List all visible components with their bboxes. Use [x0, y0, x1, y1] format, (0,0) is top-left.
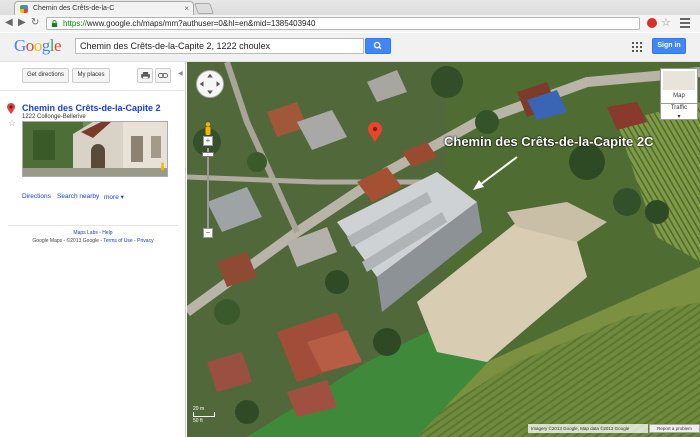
search-input[interactable]: Chemin des Crêts-de-la-Capite 2, 1222 ch… [75, 38, 364, 54]
divider [0, 90, 186, 91]
blocked-icon[interactable] [647, 18, 657, 28]
get-directions-button[interactable]: Get directions [22, 68, 69, 83]
map-marker-icon [7, 103, 15, 114]
menu-icon[interactable] [680, 18, 690, 28]
scale-bar-line [193, 412, 215, 417]
tab-title: Chemin des Crêts-de-la-C [33, 5, 115, 12]
pan-control[interactable] [196, 70, 224, 98]
panel-footer: Google Maps - ©2013 Google - Terms of Us… [0, 238, 186, 244]
satellite-imagery [187, 62, 700, 437]
chevron-down-icon: ▾ [677, 114, 681, 120]
zoom-out-button[interactable]: − [203, 228, 213, 238]
map-type-button[interactable]: Map [660, 68, 698, 104]
google-favicon-icon [20, 5, 28, 13]
divider [8, 225, 178, 226]
new-tab-button[interactable] [193, 3, 215, 14]
apps-grid-icon[interactable] [632, 42, 642, 52]
browser-chrome: Chemin des Crêts-de-la-C × ◀ ▶ ↻ https:/… [0, 0, 700, 32]
scale-bar: 20 m 50 ft [193, 406, 223, 424]
street-view-thumbnail[interactable] [22, 121, 168, 177]
footer-copyright: Google Maps - ©2013 Google - [32, 238, 104, 244]
street-view-photo [23, 122, 167, 176]
logo-letter: e [54, 36, 62, 55]
url-bar[interactable]: https://www.google.ch/maps/mm?authuser=0… [46, 17, 640, 30]
scale-imperial: 50 ft [193, 418, 203, 424]
left-panel: Get directions My places ◀ Chemin des Cr… [0, 62, 186, 437]
privacy-link[interactable]: Privacy [137, 238, 153, 244]
zoom-slider-handle[interactable] [202, 152, 214, 157]
imagery-copyright: Imagery ©2013 Google, Map data ©2013 Goo… [528, 424, 648, 433]
report-problem-link[interactable]: Report a problem [649, 424, 700, 433]
place-address: 1222 Collonge-Bellerive [22, 114, 86, 120]
reload-icon[interactable]: ↻ [31, 17, 39, 29]
address-annotation: Chemin des Crêts-de-la-Capite 2C [444, 134, 654, 149]
maps-labs-help-link[interactable]: Maps Labs - Help [0, 230, 186, 236]
map-type-label: Map [673, 93, 685, 99]
zoom-slider-track[interactable] [207, 148, 209, 228]
pan-arrows-icon [199, 73, 221, 95]
tab-close-icon[interactable]: × [184, 4, 189, 13]
search-icon [373, 41, 382, 50]
print-icon [140, 72, 150, 80]
address-toolbar: ◀ ▶ ↻ https://www.google.ch/maps/mm?auth… [0, 15, 700, 32]
link-icon [158, 73, 168, 78]
search-nearby-link[interactable]: Search nearby [57, 193, 99, 200]
lock-icon [51, 20, 58, 27]
pegman-icon[interactable] [204, 122, 212, 136]
bookmark-star-icon[interactable]: ☆ [661, 16, 671, 29]
google-header: Google Chemin des Crêts-de-la-Capite 2, … [0, 33, 700, 62]
url-text: www.google.ch/maps/mm?authuser=0&hl=en&m… [87, 19, 316, 28]
zoom-in-button[interactable]: + [203, 136, 213, 146]
sign-in-button[interactable]: Sign in [652, 38, 686, 54]
place-title[interactable]: Chemin des Crêts-de-la-Capite 2 [22, 103, 161, 113]
more-link[interactable]: more ▾ [104, 193, 124, 201]
google-logo[interactable]: Google [14, 36, 62, 56]
logo-letter: g [41, 36, 51, 55]
logo-letter: o [25, 36, 35, 55]
forward-icon[interactable]: ▶ [18, 17, 26, 29]
my-places-button[interactable]: My places [72, 68, 110, 83]
traffic-button[interactable]: Traffic ▾ [660, 103, 698, 120]
directions-link[interactable]: Directions [22, 193, 51, 200]
pegman-small-icon [161, 162, 164, 171]
back-icon[interactable]: ◀ [5, 17, 13, 29]
terms-link[interactable]: Terms of Use [103, 238, 132, 244]
link-button[interactable] [155, 68, 171, 83]
search-button[interactable] [365, 38, 391, 54]
print-button[interactable] [137, 68, 153, 83]
logo-letter: G [14, 36, 26, 55]
browser-tab[interactable]: Chemin des Crêts-de-la-C × [14, 1, 194, 15]
url-scheme: https:// [63, 19, 88, 28]
logo-letter: o [33, 36, 43, 55]
traffic-label: Traffic [670, 105, 688, 111]
satellite-map[interactable]: Chemin des Crêts-de-la-Capite 2C + − Map… [187, 62, 700, 437]
map-thumbnail [663, 71, 695, 90]
collapse-panel-icon[interactable]: ◀ [178, 70, 183, 77]
save-star-icon[interactable]: ☆ [8, 118, 16, 129]
